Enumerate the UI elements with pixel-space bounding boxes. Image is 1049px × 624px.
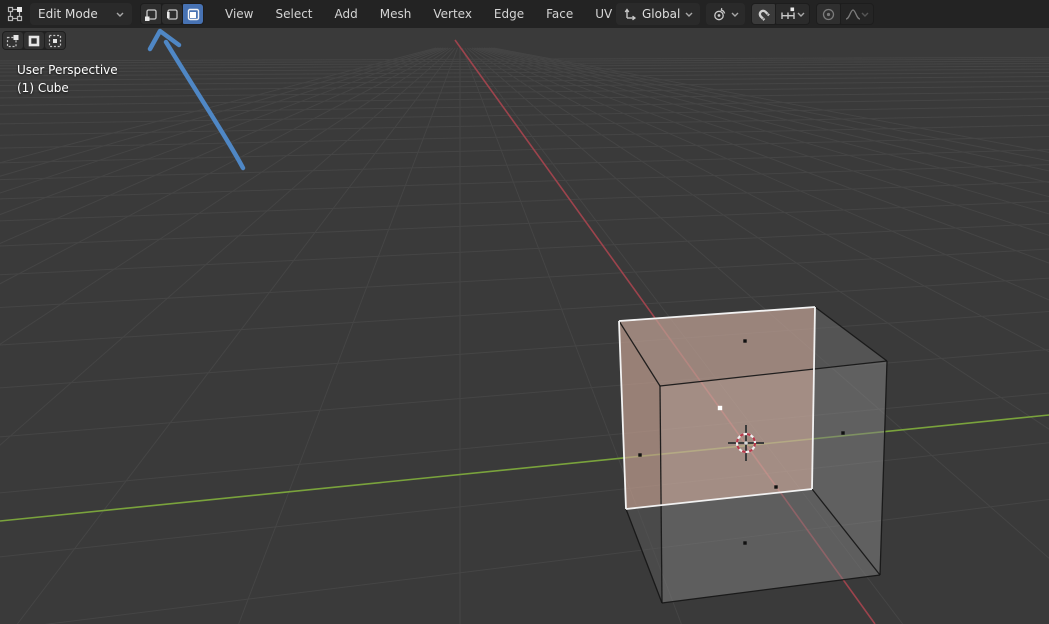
dashed-box-center-icon <box>48 34 62 47</box>
mode-dropdown[interactable]: Edit Mode <box>30 3 132 25</box>
edge-select-button[interactable] <box>162 4 182 24</box>
blender-window: Edit Mode View Select Add Mesh Vertex Ed… <box>0 0 1049 624</box>
header-right-cluster: Global <box>616 3 875 25</box>
transform-orientation-dropdown[interactable]: Global <box>616 3 701 25</box>
falloff-curve-icon <box>846 8 861 20</box>
viewport-overlay-text: User Perspective (1) Cube <box>17 61 118 97</box>
menu-vertex[interactable]: Vertex <box>422 0 483 28</box>
chevron-down-icon <box>685 12 693 17</box>
chevron-down-icon <box>731 12 739 17</box>
mini-select-toolbar <box>2 31 66 50</box>
menu-face[interactable]: Face <box>535 0 584 28</box>
select-mode-group <box>140 3 204 25</box>
editmode-editor-icon <box>7 6 23 22</box>
chevron-down-icon <box>116 12 124 17</box>
mode-dropdown-label: Edit Mode <box>38 7 98 21</box>
annotation-arrow <box>147 28 246 171</box>
menu-mesh[interactable]: Mesh <box>369 0 423 28</box>
snap-toggle-button[interactable] <box>752 4 776 24</box>
snap-group <box>751 3 811 25</box>
chevron-down-icon <box>797 12 805 17</box>
face-select-icon <box>187 8 199 20</box>
solid-box-icon <box>28 35 40 46</box>
proportional-falloff-dropdown[interactable] <box>841 4 874 24</box>
pivot-point-dropdown[interactable] <box>706 3 746 25</box>
proportional-edit-group <box>816 3 875 25</box>
vertex-select-button[interactable] <box>141 4 161 24</box>
orientation-label: Global <box>642 7 681 21</box>
dashed-box-center-button[interactable] <box>45 32 65 49</box>
editor-type-button[interactable] <box>4 3 26 25</box>
cube-object[interactable] <box>618 306 888 604</box>
menu-select[interactable]: Select <box>264 0 323 28</box>
pivot-point-icon <box>714 7 726 20</box>
face-select-button[interactable] <box>183 4 203 24</box>
dashed-box-corner-button[interactable] <box>3 32 23 49</box>
solid-box-button[interactable] <box>24 32 44 49</box>
snap-settings-dropdown[interactable] <box>776 4 810 24</box>
orientation-axes-icon <box>624 8 637 21</box>
chevron-down-icon <box>861 12 869 17</box>
viewport-scene[interactable] <box>0 28 1049 624</box>
magnet-icon <box>758 9 771 21</box>
snap-increment-icon <box>781 7 795 19</box>
proportional-edit-toggle[interactable] <box>817 4 841 24</box>
3d-viewport[interactable]: User Perspective (1) Cube <box>0 28 1049 624</box>
vertex-select-icon <box>144 8 157 21</box>
world-axes <box>0 39 1049 624</box>
proportional-edit-icon <box>823 8 835 20</box>
view-name-label: User Perspective <box>17 63 118 77</box>
active-object-label: (1) Cube <box>17 81 69 95</box>
dashed-box-corner-icon <box>6 34 19 47</box>
edge-select-icon <box>166 8 178 20</box>
menu-edge[interactable]: Edge <box>483 0 535 28</box>
floor-grid <box>0 47 1049 624</box>
menu-add[interactable]: Add <box>324 0 369 28</box>
menu-bar: View Select Add Mesh Vertex Edge Face UV <box>214 0 623 28</box>
viewport-header: Edit Mode View Select Add Mesh Vertex Ed… <box>0 0 1049 29</box>
menu-view[interactable]: View <box>214 0 264 28</box>
